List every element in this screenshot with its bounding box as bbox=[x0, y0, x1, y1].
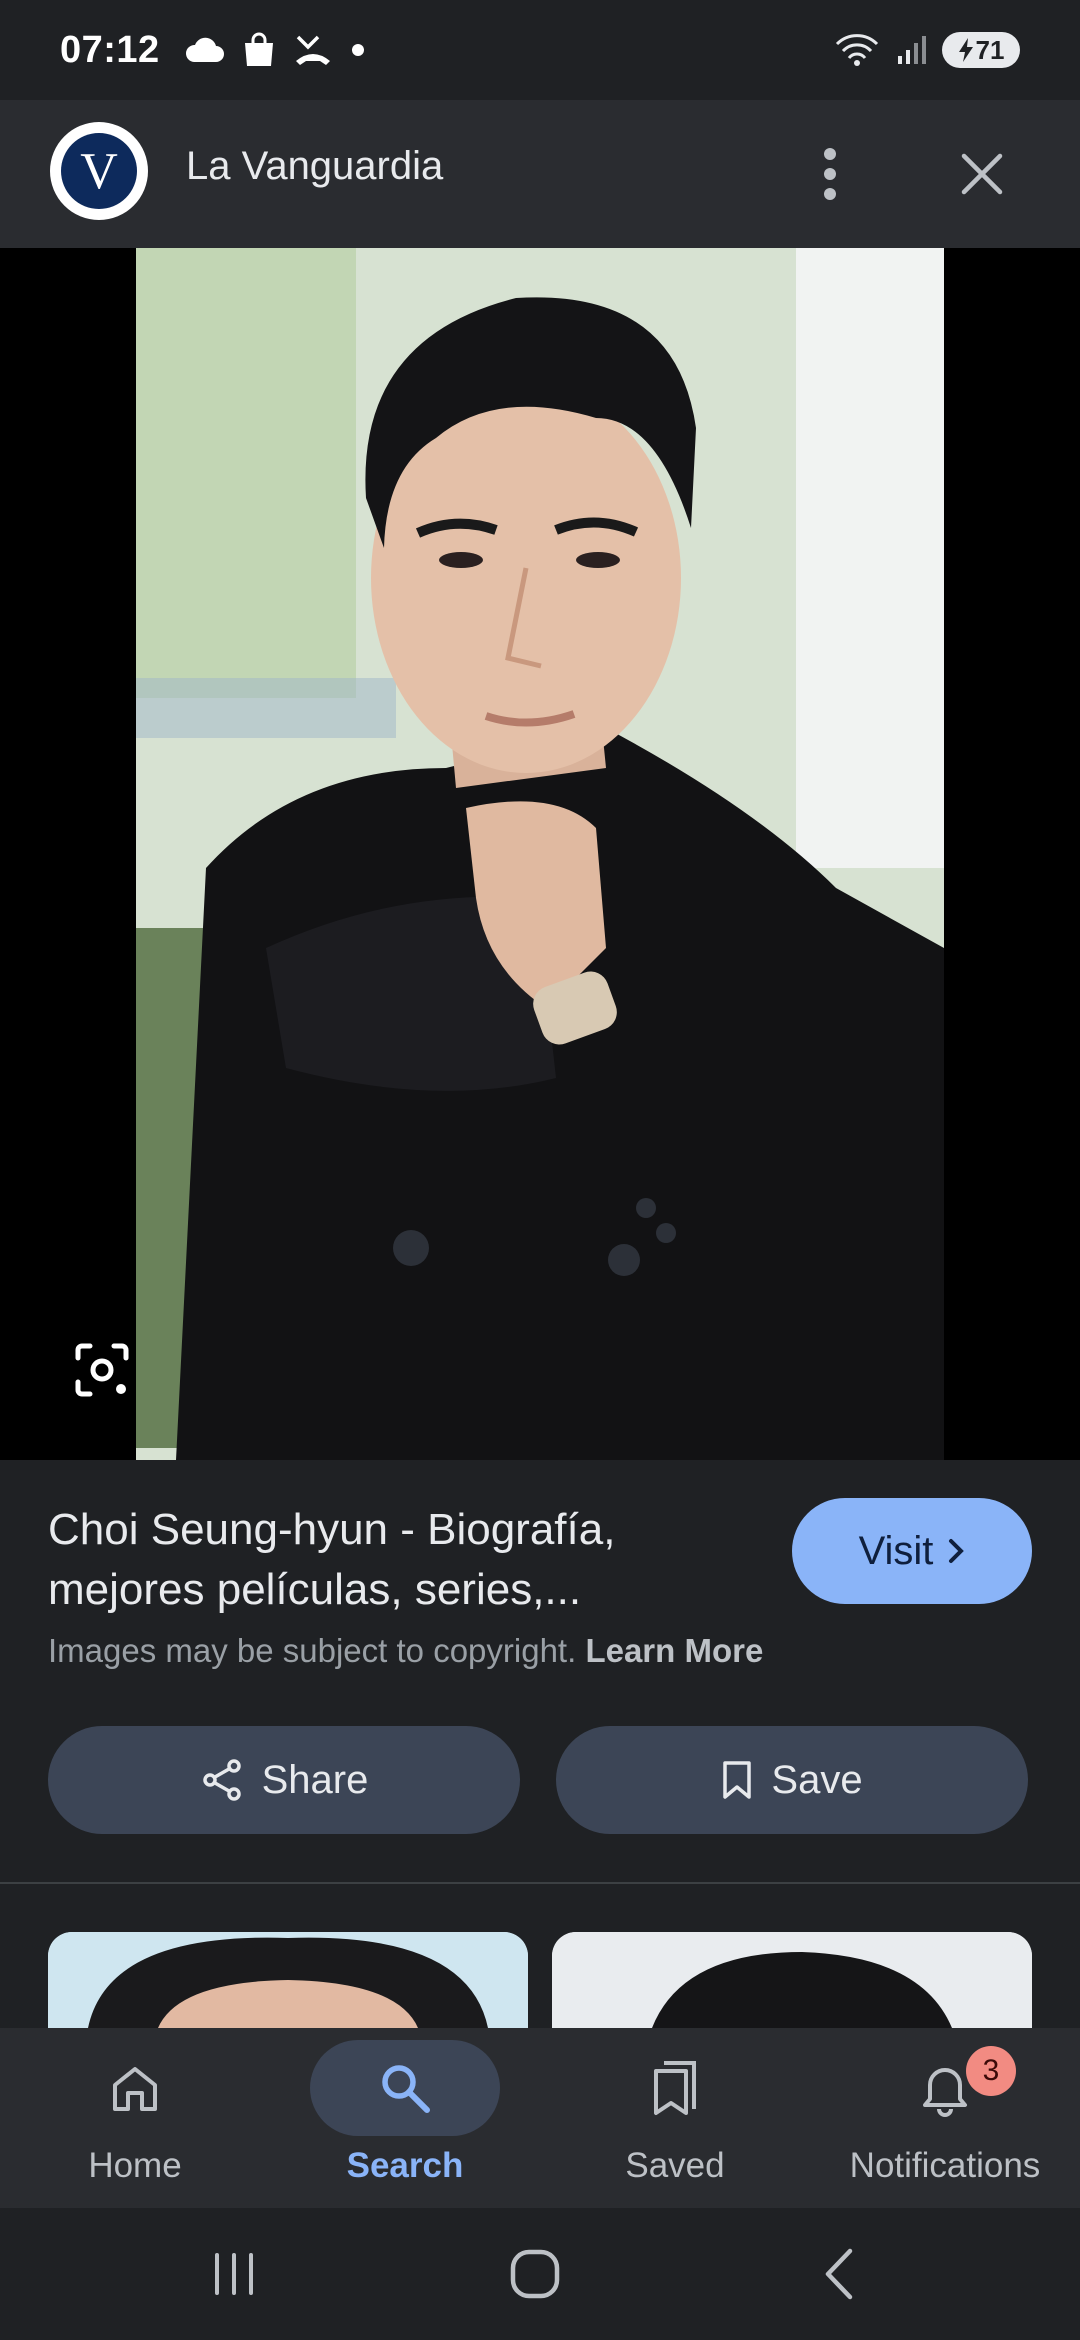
recent-apps-icon bbox=[215, 2253, 253, 2295]
home-icon bbox=[113, 2067, 157, 2111]
related-image-thumbnail[interactable] bbox=[48, 1932, 528, 2028]
status-system-icons: 71 bbox=[834, 32, 1020, 68]
share-label: Share bbox=[261, 1757, 369, 1802]
site-name[interactable]: La Vanguardia bbox=[186, 144, 443, 189]
image-viewer[interactable] bbox=[0, 248, 1080, 1460]
notification-badge: 3 bbox=[966, 2046, 1016, 2096]
copyright-notice: Images may be subject to copyright. Lear… bbox=[48, 1632, 763, 1670]
battery-level: 71 bbox=[975, 34, 1005, 65]
system-navigation-bar bbox=[0, 2208, 1080, 2340]
close-button[interactable] bbox=[942, 134, 1022, 214]
thumbnail-image bbox=[48, 1932, 528, 2028]
bell-icon bbox=[923, 2068, 967, 2117]
missed-call-icon bbox=[295, 35, 330, 65]
share-button[interactable]: Share bbox=[48, 1726, 520, 1834]
back-icon bbox=[825, 2248, 853, 2300]
nav-search[interactable]: Search bbox=[270, 2028, 540, 2208]
home-system-button[interactable] bbox=[485, 2238, 585, 2310]
dot-icon bbox=[351, 44, 364, 56]
section-divider bbox=[0, 1882, 1080, 1884]
bottom-navigation: Home Search Saved 3 Notifications bbox=[0, 2028, 1080, 2208]
copyright-text: Images may be subject to copyright. bbox=[48, 1632, 577, 1669]
more-options-button[interactable] bbox=[800, 134, 860, 214]
status-time: 07:12 bbox=[60, 28, 160, 71]
result-title[interactable]: Choi Seung-hyun - Biografía, mejores pel… bbox=[48, 1500, 748, 1620]
signal-icon bbox=[898, 36, 926, 64]
status-notification-icons bbox=[184, 32, 366, 68]
visit-button[interactable]: Visit bbox=[792, 1498, 1032, 1604]
recent-apps-button[interactable] bbox=[184, 2238, 284, 2310]
nav-notifications[interactable]: 3 Notifications bbox=[810, 2028, 1080, 2208]
wifi-icon bbox=[835, 34, 879, 66]
bookmark-icon bbox=[723, 1761, 752, 1799]
nav-saved-icon-wrap bbox=[580, 2040, 770, 2136]
nav-home[interactable]: Home bbox=[0, 2028, 270, 2208]
chevron-right-icon bbox=[949, 1539, 965, 1563]
screen: 07:12 71 V La Vanguardia Choi Seung-hyun… bbox=[0, 0, 1080, 2340]
share-icon bbox=[202, 1759, 241, 1801]
shopping-bag-icon bbox=[244, 32, 273, 66]
save-label: Save bbox=[771, 1757, 863, 1802]
save-button[interactable]: Save bbox=[556, 1726, 1028, 1834]
source-header: V La Vanguardia bbox=[0, 100, 1080, 248]
cloud-icon bbox=[185, 37, 224, 62]
search-icon bbox=[382, 2065, 430, 2113]
thumbnail-image bbox=[552, 1932, 1032, 2028]
visit-label: Visit bbox=[858, 1528, 934, 1573]
status-bar: 07:12 71 bbox=[0, 0, 1080, 100]
site-logo-letter: V bbox=[61, 133, 137, 209]
more-vert-icon bbox=[824, 148, 836, 200]
nav-notifications-icon-wrap bbox=[850, 2040, 1040, 2136]
result-image[interactable] bbox=[136, 248, 944, 1460]
learn-more-link[interactable]: Learn More bbox=[585, 1632, 763, 1669]
charging-icon bbox=[958, 38, 973, 62]
saved-icon bbox=[654, 2061, 696, 2115]
lens-icon bbox=[75, 1343, 129, 1397]
nav-search-label: Search bbox=[346, 2146, 464, 2185]
nav-home-label: Home bbox=[88, 2146, 182, 2185]
nav-saved-label: Saved bbox=[625, 2146, 725, 2185]
related-image-thumbnail[interactable] bbox=[552, 1932, 1032, 2028]
close-icon bbox=[961, 153, 1003, 195]
back-button[interactable] bbox=[790, 2238, 890, 2310]
nav-saved[interactable]: Saved bbox=[540, 2028, 810, 2208]
google-lens-button[interactable] bbox=[50, 1318, 154, 1422]
nav-home-icon-wrap bbox=[40, 2040, 230, 2136]
nav-search-icon-wrap bbox=[310, 2040, 500, 2136]
nav-notifications-label: Notifications bbox=[849, 2146, 1041, 2185]
home-circle-icon bbox=[510, 2249, 560, 2299]
battery-indicator: 71 bbox=[942, 32, 1020, 68]
site-logo[interactable]: V bbox=[50, 122, 148, 220]
portrait-illustration bbox=[136, 248, 944, 1460]
